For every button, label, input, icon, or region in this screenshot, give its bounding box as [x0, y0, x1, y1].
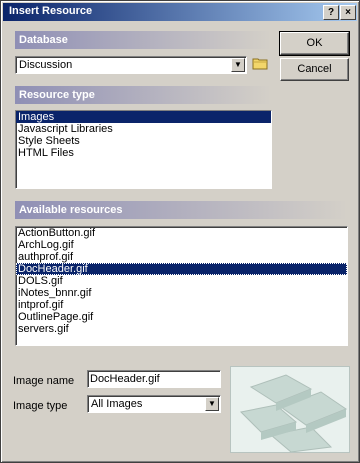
- available-resources-section-header: Available resources: [15, 201, 348, 219]
- resource-type-item[interactable]: HTML Files: [16, 147, 271, 159]
- preview-image: [231, 367, 349, 452]
- resource-list-item[interactable]: servers.gif: [16, 323, 347, 335]
- database-header-label: Database: [19, 34, 68, 46]
- help-button[interactable]: ?: [323, 5, 339, 20]
- database-section-header: Database: [15, 31, 271, 49]
- image-name-value: DocHeader.gif: [90, 373, 160, 385]
- image-preview: [230, 366, 350, 453]
- chevron-down-icon[interactable]: ▼: [205, 397, 219, 411]
- image-name-field[interactable]: DocHeader.gif: [87, 370, 221, 388]
- image-name-label: Image name: [13, 375, 75, 387]
- resource-type-header-label: Resource type: [19, 89, 95, 101]
- chevron-down-icon[interactable]: ▼: [231, 58, 245, 72]
- resource-type-item[interactable]: Javascript Libraries: [16, 123, 271, 135]
- resource-type-item[interactable]: Style Sheets: [16, 135, 271, 147]
- image-type-dropdown[interactable]: All Images ▼: [87, 395, 221, 413]
- folder-icon: [252, 58, 268, 70]
- image-type-value: All Images: [91, 398, 143, 410]
- cancel-button[interactable]: Cancel: [280, 58, 349, 81]
- available-resources-list[interactable]: ActionButton.gif ArchLog.gif authprof.gif D…: [15, 226, 348, 346]
- resource-list-item[interactable]: DOLS.gif: [16, 275, 347, 287]
- resource-list-item[interactable]: ActionButton.gif: [16, 227, 347, 239]
- database-value: Discussion: [19, 59, 73, 71]
- resource-list-item[interactable]: iNotes_bnnr.gif: [16, 287, 347, 299]
- title-bar[interactable]: Insert Resource ? ×: [3, 3, 357, 21]
- resource-list-item[interactable]: authprof.gif: [16, 251, 347, 263]
- insert-resource-dialog: Insert Resource ? × OK Cancel Database D…: [0, 0, 360, 463]
- ok-button[interactable]: OK: [279, 31, 350, 56]
- resource-type-item[interactable]: Images: [16, 111, 271, 123]
- resource-list-item[interactable]: DocHeader.gif: [16, 263, 347, 275]
- available-resources-header-label: Available resources: [19, 204, 123, 216]
- database-dropdown[interactable]: Discussion ▼: [15, 56, 247, 74]
- browse-database-button[interactable]: [252, 56, 269, 71]
- close-button[interactable]: ×: [340, 5, 356, 20]
- resource-list-item[interactable]: ArchLog.gif: [16, 239, 347, 251]
- resource-list-item[interactable]: OutlinePage.gif: [16, 311, 347, 323]
- resource-list-item[interactable]: intprof.gif: [16, 299, 347, 311]
- resource-type-list[interactable]: Images Javascript Libraries Style Sheets HT…: [15, 110, 272, 189]
- image-type-label: Image type: [13, 400, 68, 412]
- dialog-title: Insert Resource: [9, 5, 93, 17]
- resource-type-section-header: Resource type: [15, 86, 271, 104]
